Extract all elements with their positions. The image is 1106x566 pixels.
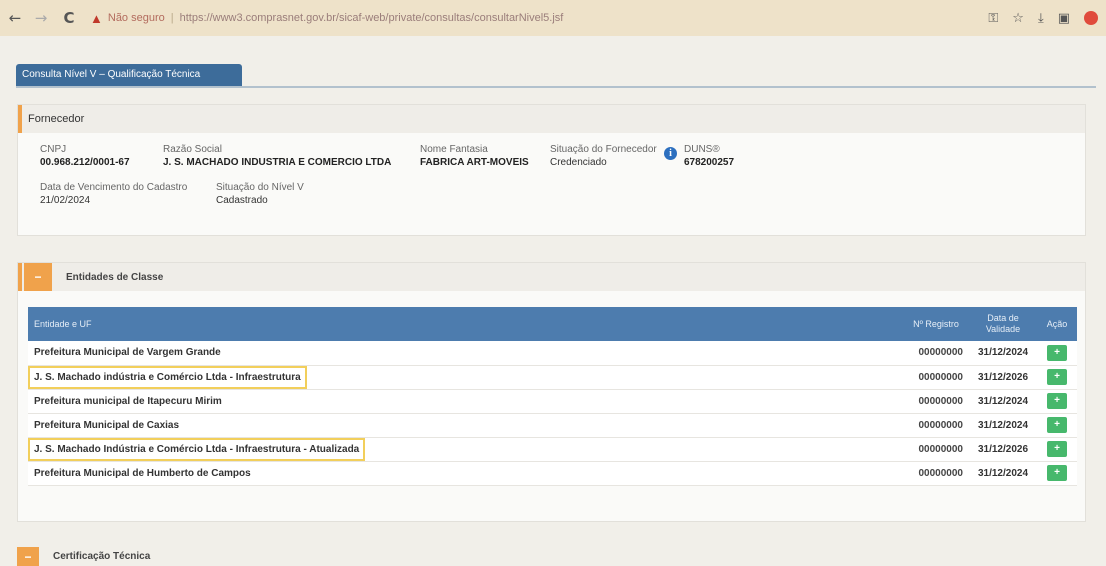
browser-actions: ⚿ ☆ ⤓ ▣ <box>988 0 1098 36</box>
duns-label: DUNS® <box>684 144 720 155</box>
col-acao: Ação <box>1037 307 1077 341</box>
insecure-label: Não seguro <box>107 12 165 24</box>
razao-label: Razão Social <box>163 144 222 155</box>
col-entidade: Entidade e UF <box>28 307 903 341</box>
entidade-name: Prefeitura Municipal de Caxias <box>28 413 903 438</box>
certificacao-title: Certificação Técnica <box>53 551 151 562</box>
forward-icon[interactable]: → <box>30 9 52 27</box>
registro-cell: 00000000 <box>903 413 969 438</box>
certificacao-header: − Certificação Técnica <box>17 547 1086 566</box>
col-registro: Nº Registro <box>903 307 969 341</box>
entidade-name: J. S. Machado indústria e Comércio Ltda … <box>28 365 903 390</box>
registro-cell: 00000000 <box>903 341 969 366</box>
fornecedor-title: Fornecedor <box>28 113 85 125</box>
table-row: Prefeitura Municipal de Humberto de Camp… <box>28 461 1077 486</box>
validade-cell: 31/12/2024 <box>969 389 1037 414</box>
nivel-field: Situação do Nível V Cadastrado <box>216 181 304 208</box>
table-row: J. S. Machado indústria e Comércio Ltda … <box>28 365 1077 390</box>
entidade-name: Prefeitura Municipal de Vargem Grande <box>28 341 903 366</box>
validade-cell: 31/12/2026 <box>969 437 1037 462</box>
browser-toolbar: ← → C ▲ Não seguro | https://www3.compra… <box>0 0 1106 36</box>
vencimento-label: Data de Vencimento do Cadastro <box>40 182 188 193</box>
entidade-name: J. S. Machado Indústria e Comércio Ltda … <box>27 437 903 462</box>
entidade-name: Prefeitura Municipal de Humberto de Camp… <box>28 461 903 486</box>
duns-field: DUNS® 678200257 <box>684 143 734 170</box>
registro-cell: 00000000 <box>903 437 969 462</box>
acao-cell: + <box>1037 413 1077 438</box>
table-row: Prefeitura municipal de Itapecuru Mirim … <box>28 389 1077 414</box>
fornecedor-details: CNPJ 00.968.212/0001-67 Razão Social J. … <box>18 133 1085 233</box>
sidepanel-icon[interactable]: ▣ <box>1058 11 1070 26</box>
expand-button[interactable]: + <box>1047 344 1067 361</box>
situacao-label: Situação do Fornecedor <box>550 144 657 155</box>
cnpj-value: 00.968.212/0001-67 <box>40 157 130 168</box>
address-bar[interactable]: ▲ Não seguro | https://www3.comprasnet.g… <box>90 0 563 36</box>
validade-cell: 31/12/2026 <box>969 365 1037 390</box>
vencimento-field: Data de Vencimento do Cadastro 21/02/202… <box>40 181 187 208</box>
col-validade: Data de Validade <box>969 307 1037 341</box>
situacao-value: Credenciado <box>550 157 607 168</box>
address-separator: | <box>170 12 174 24</box>
expand-button[interactable]: + <box>1047 417 1067 433</box>
table-row: Prefeitura Municipal de Vargem Grande 00… <box>28 341 1077 366</box>
entidades-header: − Entidades de Classe <box>18 263 1085 291</box>
info-icon[interactable]: i <box>664 147 677 160</box>
entidades-title: Entidades de Classe <box>66 271 164 283</box>
acao-cell: + <box>1037 437 1077 462</box>
fantasia-value: FABRICA ART-MOVEIS <box>420 157 529 168</box>
registro-cell: 00000000 <box>903 389 969 414</box>
page-title-tab: Consulta Nível V – Qualificação Técnica <box>16 64 242 86</box>
table-row: Prefeitura Municipal de Caxias 00000000 … <box>28 413 1077 438</box>
collapse-toggle[interactable]: − <box>17 547 39 566</box>
registro-cell: 00000000 <box>903 365 969 390</box>
reload-icon[interactable]: C <box>58 9 80 27</box>
expand-button[interactable]: + <box>1047 465 1067 481</box>
collapse-toggle[interactable]: − <box>24 263 52 291</box>
entidade-name-text: Prefeitura Municipal de Vargem Grande <box>34 347 221 359</box>
fornecedor-header: Fornecedor <box>18 105 1085 133</box>
expand-button[interactable]: + <box>1047 393 1067 409</box>
table-row: J. S. Machado Indústria e Comércio Ltda … <box>27 437 1077 462</box>
certificacao-panel: − Certificação Técnica <box>17 547 1086 566</box>
expand-button[interactable]: + <box>1047 441 1067 457</box>
validade-cell: 31/12/2024 <box>969 341 1037 366</box>
entidade-name: Prefeitura municipal de Itapecuru Mirim <box>28 389 903 414</box>
duns-value: 678200257 <box>684 157 735 168</box>
entidade-name-text: Prefeitura Municipal de Caxias <box>34 419 180 431</box>
warning-icon: ▲ <box>90 10 103 26</box>
situacao-field: Situação do Fornecedor Credenciado <box>550 143 657 170</box>
cnpj-label: CNPJ <box>40 144 67 155</box>
fantasia-field: Nome Fantasia FABRICA ART-MOVEIS <box>420 143 529 170</box>
star-icon[interactable]: ☆ <box>1012 11 1024 26</box>
vencimento-value: 21/02/2024 <box>40 195 91 206</box>
table-header-row: Entidade e UF Nº Registro Data de Valida… <box>28 307 1077 341</box>
profile-icon[interactable] <box>1084 11 1098 25</box>
download-icon[interactable]: ⤓ <box>1038 11 1044 26</box>
entidade-name-text: Prefeitura Municipal de Humberto de Camp… <box>34 467 251 479</box>
acao-cell: + <box>1037 461 1077 486</box>
url-text[interactable]: https://www3.comprasnet.gov.br/sicaf-web… <box>180 12 564 24</box>
entidades-panel: − Entidades de Classe Entidade e UF Nº R… <box>17 262 1086 522</box>
fornecedor-panel: Fornecedor CNPJ 00.968.212/0001-67 Razão… <box>17 104 1086 236</box>
entidade-name-text: J. S. Machado Indústria e Comércio Ltda … <box>27 437 366 461</box>
tab-underline <box>16 86 1096 88</box>
cnpj-field: CNPJ 00.968.212/0001-67 <box>40 143 130 170</box>
validade-cell: 31/12/2024 <box>969 413 1037 438</box>
acao-cell: + <box>1037 341 1077 366</box>
entidade-name-text: J. S. Machado indústria e Comércio Ltda … <box>28 365 307 389</box>
nivel-value: Cadastrado <box>216 195 268 206</box>
razao-value: J. S. MACHADO INDUSTRIA E COMERCIO LTDA <box>163 157 392 168</box>
key-icon[interactable]: ⚿ <box>988 11 998 26</box>
expand-button[interactable]: + <box>1047 369 1067 385</box>
razao-field: Razão Social J. S. MACHADO INDUSTRIA E C… <box>163 143 391 170</box>
back-icon[interactable]: ← <box>4 9 26 27</box>
acao-cell: + <box>1037 365 1077 390</box>
entidade-name-text: Prefeitura municipal de Itapecuru Mirim <box>34 395 222 407</box>
validade-cell: 31/12/2024 <box>969 461 1037 486</box>
acao-cell: + <box>1037 389 1077 414</box>
entidades-table: Entidade e UF Nº Registro Data de Valida… <box>27 307 1077 486</box>
fantasia-label: Nome Fantasia <box>420 144 488 155</box>
nivel-label: Situação do Nível V <box>216 182 304 193</box>
registro-cell: 00000000 <box>903 461 969 486</box>
